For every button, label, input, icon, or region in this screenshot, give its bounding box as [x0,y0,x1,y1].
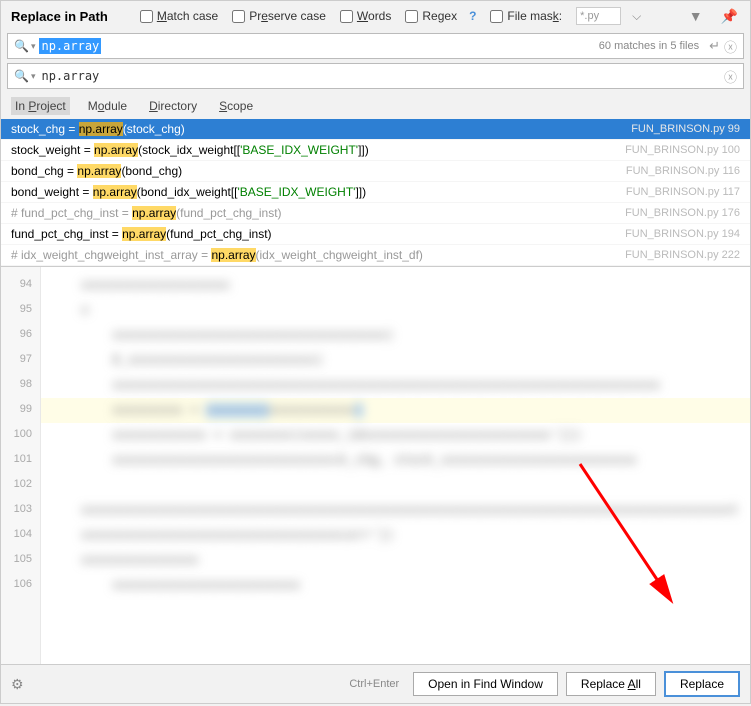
search-icon: 🔍 [14,39,29,53]
result-file-info: FUN_BRINSON.py 99 [631,123,740,135]
line-number: 104 [1,523,40,548]
open-in-find-window-button[interactable]: Open in Find Window [413,672,558,696]
tab-directory[interactable]: Directory [145,97,201,115]
search-history-icon[interactable]: ▾ [31,41,36,52]
scope-tabs: In Project Module Directory Scope [1,91,750,119]
titlebar: Replace in Path Match case Preserve case… [1,1,750,31]
line-number: 94 [1,273,40,298]
result-file-info: FUN_BRINSON.py 117 [626,186,740,198]
tab-scope[interactable]: Scope [215,97,257,115]
line-number: 106 [1,573,40,598]
match-count: 60 matches in 5 files [599,40,699,52]
file-mask-checkbox[interactable]: File mask: [490,9,562,23]
line-number: 102 [1,473,40,498]
settings-icon[interactable]: ⚙ [11,676,24,693]
result-row[interactable]: bond_chg = np.array(bond_chg)FUN_BRINSON… [1,161,750,182]
line-gutter: 949596979899100101102103104105106 [1,267,41,664]
replace-history-icon[interactable]: ▾ [31,71,36,82]
dialog-title: Replace in Path [11,9,108,24]
line-number: 96 [1,323,40,348]
result-row[interactable]: bond_weight = np.array(bond_idx_weight[[… [1,182,750,203]
result-row[interactable]: stock_weight = np.array(stock_idx_weight… [1,140,750,161]
replace-all-button[interactable]: Replace All [566,672,656,696]
file-mask-input[interactable] [576,7,621,25]
search-input-row[interactable]: 🔍 ▾ np.array 60 matches in 5 files ↵ ⓧ [7,33,744,59]
shortcut-hint: Ctrl+Enter [349,678,399,690]
result-file-info: FUN_BRINSON.py 194 [625,228,740,240]
line-number: 98 [1,373,40,398]
replace-in-path-dialog: Replace in Path Match case Preserve case… [0,0,751,704]
result-row[interactable]: # fund_pct_chg_inst = np.array(fund_pct_… [1,203,750,224]
result-row[interactable]: # idx_weight_chgweight_inst_array = np.a… [1,245,750,266]
line-number: 105 [1,548,40,573]
code-area: xxxxxxxxxxxxxxxxxxx x xxxxxxxxxxxxxxxxxx… [41,273,750,598]
replace-icon: 🔍 [14,69,29,83]
clear-replace-icon[interactable]: ⓧ [724,67,737,86]
clear-search-icon[interactable]: ⓧ [724,37,737,56]
tab-in-project[interactable]: In Project [11,97,70,115]
tab-module[interactable]: Module [84,97,131,115]
results-list: stock_chg = np.array(stock_chg)FUN_BRINS… [1,119,750,266]
bottom-bar: ⚙ Ctrl+Enter Open in Find Window Replace… [1,664,750,703]
pin-icon[interactable]: 📌 [719,8,740,25]
regex-checkbox[interactable]: Regex [405,9,457,23]
search-value-selected: np.array [39,38,101,54]
preserve-case-checkbox[interactable]: Preserve case [232,9,326,23]
result-file-info: FUN_BRINSON.py 100 [625,144,740,156]
regex-help-icon[interactable]: ? [469,9,476,23]
newline-icon[interactable]: ↵ [709,38,720,54]
mask-dropdown-icon[interactable]: ⌵ [632,9,641,24]
line-number: 100 [1,423,40,448]
replace-value: np.array [39,69,101,83]
result-file-info: FUN_BRINSON.py 176 [625,207,740,219]
result-file-info: FUN_BRINSON.py 116 [626,165,740,177]
code-preview[interactable]: 949596979899100101102103104105106 xxxxxx… [1,266,750,664]
line-number: 103 [1,498,40,523]
result-row[interactable]: fund_pct_chg_inst = np.array(fund_pct_ch… [1,224,750,245]
result-row[interactable]: stock_chg = np.array(stock_chg)FUN_BRINS… [1,119,750,140]
replace-input-row[interactable]: 🔍 ▾ np.array ⓧ [7,63,744,89]
filter-icon[interactable]: ▼ [687,8,705,24]
words-checkbox[interactable]: Words [340,9,391,23]
line-number: 97 [1,348,40,373]
line-number: 99 [1,398,40,423]
line-number: 101 [1,448,40,473]
match-case-checkbox[interactable]: Match case [140,9,218,23]
result-file-info: FUN_BRINSON.py 222 [625,249,740,261]
line-number: 95 [1,298,40,323]
replace-button[interactable]: Replace [664,671,740,697]
